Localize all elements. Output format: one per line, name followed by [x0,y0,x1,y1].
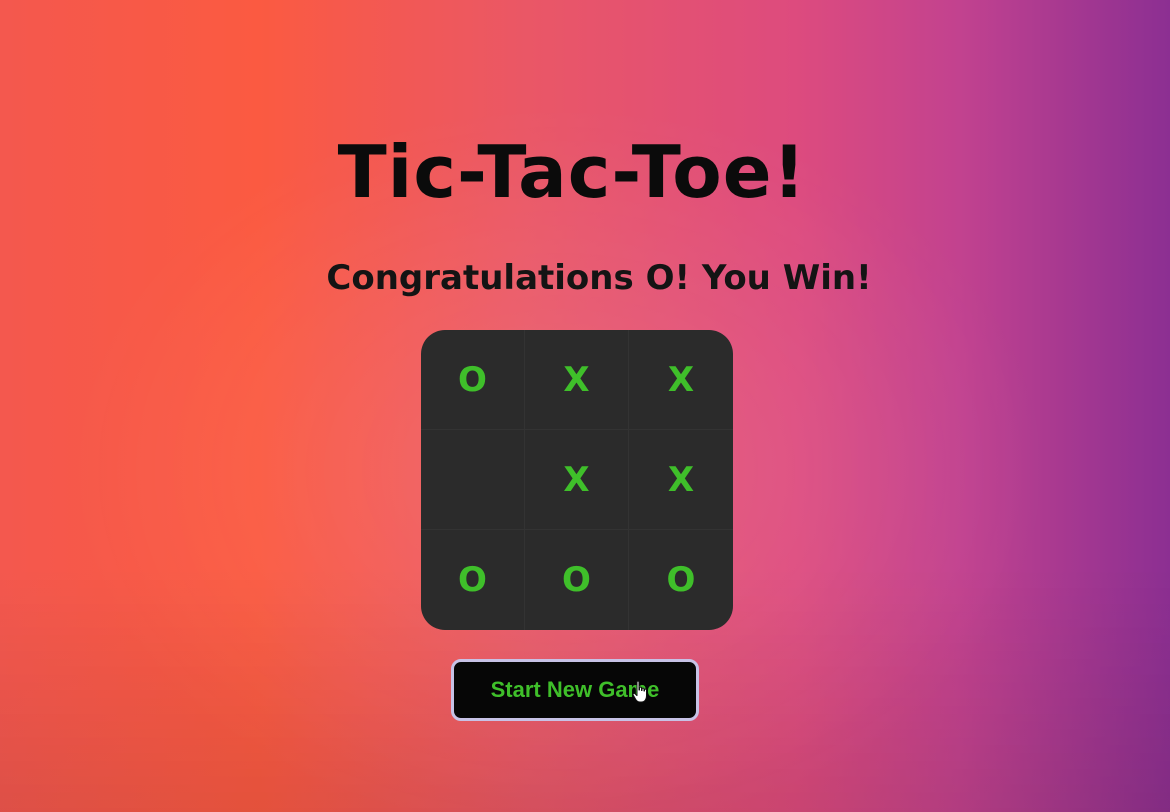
board-cell-r1-c2[interactable]: X [525,330,629,430]
board-cell-r3-c3[interactable]: O [629,530,733,630]
board-cell-r2-c1[interactable] [421,430,525,530]
board-cell-r3-c2[interactable]: O [525,530,629,630]
game-title: Tic-Tac-Toe! [337,130,807,214]
board-cell-r1-c3[interactable]: X [629,330,733,430]
win-message: Congratulations O! You Win! [326,258,872,298]
board-cell-r2-c2[interactable]: X [525,430,629,530]
start-new-game-button[interactable]: Start New Game [451,659,699,721]
board-cell-r3-c1[interactable]: O [421,530,525,630]
game-board: O X X X X O O O [421,330,733,630]
hand-pointer-icon [632,680,647,703]
board-cell-r2-c3[interactable]: X [629,430,733,530]
board-cell-r1-c1[interactable]: O [421,330,525,430]
